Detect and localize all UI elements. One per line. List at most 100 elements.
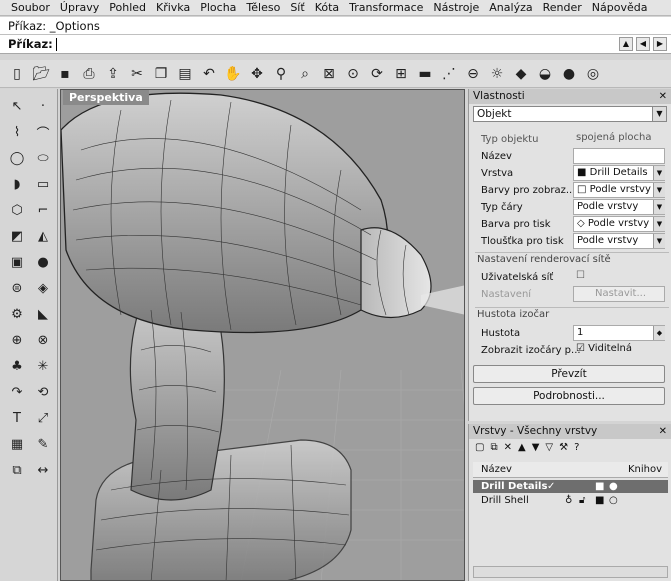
command-input[interactable]: Příkaz: <box>0 35 671 54</box>
pan-hand-icon[interactable]: ✋ <box>222 63 244 85</box>
curve-icon[interactable]: ⌒ <box>31 121 55 143</box>
shade-icon[interactable]: ◒ <box>534 63 556 85</box>
layer-row[interactable]: Drill Details ✓ ■ ● <box>473 480 668 493</box>
display-color-select[interactable]: □ Podle vrstvy <box>573 182 665 198</box>
chevron-down-icon[interactable]: ▼ <box>653 200 665 214</box>
custom-mesh-checkbox[interactable]: ☐ <box>573 269 665 285</box>
scroll-right-icon[interactable]: ▶ <box>653 37 667 51</box>
render-cube-icon[interactable]: ⧉ <box>5 459 29 481</box>
zoom-extents-icon[interactable]: ⊠ <box>318 63 340 85</box>
move-up-icon[interactable]: ▲ <box>518 442 526 453</box>
copy-icon[interactable]: ❐ <box>150 63 172 85</box>
tools-icon[interactable]: ⚒ <box>559 442 568 453</box>
move-icon[interactable]: ↷ <box>5 381 29 403</box>
join-icon[interactable]: ⊗ <box>31 329 55 351</box>
polyline-icon[interactable]: ⌇ <box>5 121 29 143</box>
scroll-up-icon[interactable]: ▲ <box>619 37 633 51</box>
material-icon[interactable]: ◎ <box>582 63 604 85</box>
show-iso-checkbox[interactable]: ☑ Viditelná <box>573 342 665 358</box>
chevron-down-icon[interactable]: ▼ <box>652 107 666 121</box>
rotate-view-icon[interactable]: ✥ <box>246 63 268 85</box>
new-layer-icon[interactable]: ▢ <box>475 442 484 453</box>
open-icon[interactable]: 📂︎ <box>30 63 52 85</box>
group-icon[interactable]: ♣ <box>5 355 29 377</box>
menu-item[interactable]: Kóta <box>310 1 344 15</box>
menu-item[interactable]: Render <box>538 1 587 15</box>
menu-item[interactable]: Nástroje <box>428 1 484 15</box>
match-button[interactable]: Převzít <box>473 365 665 383</box>
chevron-down-icon[interactable]: ▼ <box>653 234 665 248</box>
array-icon[interactable]: ▦ <box>5 433 29 455</box>
viewport-title[interactable]: Perspektiva <box>63 90 149 105</box>
menu-item[interactable]: Pohled <box>104 1 151 15</box>
spinner-icon[interactable]: ◆ <box>653 326 665 340</box>
split-icon[interactable]: ◣ <box>31 303 55 325</box>
undo-icon[interactable]: ↶ <box>198 63 220 85</box>
scroll-left-icon[interactable]: ◀ <box>636 37 650 51</box>
circle-icon[interactable]: ◯ <box>5 147 29 169</box>
osnap-icon[interactable]: ⊖ <box>462 63 484 85</box>
render-icon[interactable]: ◆ <box>510 63 532 85</box>
print-color-select[interactable]: ◇ Podle vrstvy <box>573 216 665 232</box>
fillet-icon[interactable]: ⌐ <box>31 199 55 221</box>
menu-item[interactable]: Křivka <box>151 1 195 15</box>
menu-item[interactable]: Transformace <box>344 1 428 15</box>
print-width-select[interactable]: Podle vrstvy <box>573 233 665 249</box>
rectangle-icon[interactable]: ▭ <box>31 173 55 195</box>
chevron-down-icon[interactable]: ▼ <box>653 166 665 180</box>
mesh-settings-button[interactable]: Nastavit... <box>573 286 665 302</box>
print-icon[interactable]: ⎙ <box>78 63 100 85</box>
save-icon[interactable]: ▪ <box>54 63 76 85</box>
menu-item[interactable]: Plocha <box>195 1 241 15</box>
cut-icon[interactable]: ✂ <box>126 63 148 85</box>
new-sublayer-icon[interactable]: ⧉ <box>490 442 497 453</box>
layer-select[interactable]: ■ Drill Details <box>573 165 665 181</box>
close-icon[interactable]: ✕ <box>659 424 667 439</box>
new-file-icon[interactable]: ▯ <box>6 63 28 85</box>
scale-icon[interactable]: ⤢ <box>31 407 55 429</box>
sweep-icon[interactable]: ◭ <box>31 225 55 247</box>
surface-icon[interactable]: ◩ <box>5 225 29 247</box>
print-swatch-icon[interactable]: ● <box>609 480 618 493</box>
rotate-3d-icon[interactable]: ⟲ <box>31 381 55 403</box>
layers-scrollbar[interactable] <box>473 566 668 578</box>
filter-icon[interactable]: ▽ <box>545 442 553 453</box>
menu-item[interactable]: Analýza <box>484 1 537 15</box>
perspective-viewport[interactable]: Perspektiva <box>60 89 465 581</box>
gear-icon[interactable]: ⚙ <box>5 303 29 325</box>
help-icon[interactable]: ? <box>574 442 579 453</box>
polygon-icon[interactable]: ⬡ <box>5 199 29 221</box>
menu-item[interactable]: Nápověda <box>587 1 653 15</box>
solid-sphere-icon[interactable]: ● <box>31 251 55 273</box>
text-icon[interactable]: T <box>5 407 29 429</box>
select-arrow-icon[interactable]: ↖ <box>5 95 29 117</box>
layer-library-header[interactable]: Knihov <box>628 462 662 478</box>
linetype-select[interactable]: Podle vrstvy <box>573 199 665 215</box>
paste-icon[interactable]: ▤ <box>174 63 196 85</box>
layer-color-swatch[interactable]: ■ <box>595 480 604 493</box>
viewport-layout-icon[interactable]: ⊞ <box>390 63 412 85</box>
zoom-selected-icon[interactable]: ⊙ <box>342 63 364 85</box>
layer-name-header[interactable]: Název <box>481 462 512 478</box>
sphere-icon[interactable]: ● <box>558 63 580 85</box>
box-icon[interactable]: ▣ <box>5 251 29 273</box>
export-icon[interactable]: ⇪ <box>102 63 124 85</box>
grid-snap-icon[interactable]: ⋰ <box>438 63 460 85</box>
menu-item[interactable]: Úpravy <box>55 1 104 15</box>
point-icon[interactable]: · <box>31 95 55 117</box>
density-field[interactable]: 1 <box>573 325 665 341</box>
ellipse-icon[interactable]: ⬭ <box>31 147 55 169</box>
edit-points-icon[interactable]: ✎ <box>31 433 55 455</box>
lightbulb-icon[interactable]: ☼ <box>486 63 508 85</box>
zoom-icon[interactable]: ⚲ <box>270 63 292 85</box>
print-swatch-icon[interactable]: ○ <box>609 494 618 507</box>
move-down-icon[interactable]: ▼ <box>532 442 540 453</box>
arc-icon[interactable]: ◗ <box>5 173 29 195</box>
chevron-down-icon[interactable]: ▼ <box>653 183 665 197</box>
layer-color-swatch[interactable]: ■ <box>595 494 604 507</box>
lightbulb-icon[interactable]: ♁ <box>565 494 572 507</box>
car-icon[interactable]: ▬ <box>414 63 436 85</box>
name-field[interactable] <box>573 148 665 164</box>
mesh-icon[interactable]: ◈ <box>31 277 55 299</box>
menu-item[interactable]: Síť <box>285 1 309 15</box>
